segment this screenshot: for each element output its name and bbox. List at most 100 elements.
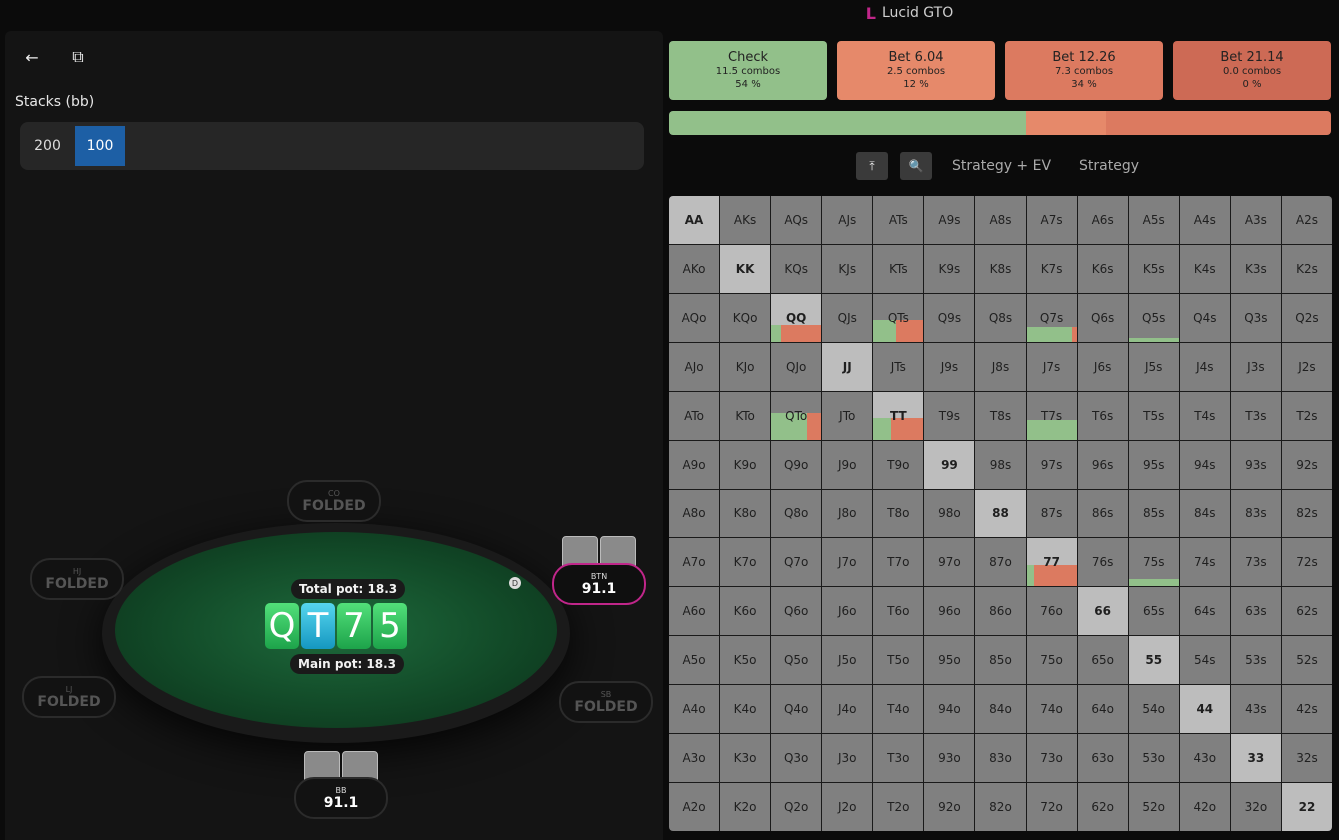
hand-cell-88[interactable]: 88 [975,489,1026,538]
hand-cell-T5o[interactable]: T5o [873,636,924,685]
hand-cell-92s[interactable]: 92s [1281,440,1332,489]
hand-cell-QTo[interactable]: QTo [771,391,822,440]
hand-cell-83o[interactable]: 83o [975,734,1026,783]
hand-cell-A6o[interactable]: A6o [669,587,720,636]
hand-cell-QTs[interactable]: QTs [873,293,924,342]
hand-cell-72s[interactable]: 72s [1281,538,1332,587]
hand-cell-T8s[interactable]: T8s [975,391,1026,440]
hand-cell-J4s[interactable]: J4s [1179,342,1230,391]
seat-hj[interactable]: HJ FOLDED [30,558,124,600]
hand-cell-43o[interactable]: 43o [1179,734,1230,783]
hand-cell-K3s[interactable]: K3s [1230,244,1281,293]
seat-co[interactable]: CO FOLDED [287,480,381,522]
hand-cell-K6s[interactable]: K6s [1077,244,1128,293]
hand-cell-53o[interactable]: 53o [1128,734,1179,783]
hand-cell-J7o[interactable]: J7o [822,538,873,587]
stack-option-100[interactable]: 100 [75,126,125,166]
top-icon[interactable]: ⤒ [856,152,888,180]
hand-cell-AJs[interactable]: AJs [822,196,873,244]
hand-cell-A4s[interactable]: A4s [1179,196,1230,244]
hand-cell-63o[interactable]: 63o [1077,734,1128,783]
hand-cell-65s[interactable]: 65s [1128,587,1179,636]
hand-cell-82s[interactable]: 82s [1281,489,1332,538]
hand-cell-76s[interactable]: 76s [1077,538,1128,587]
share-icon[interactable]: ⧉ [66,45,90,69]
hand-cell-Q5o[interactable]: Q5o [771,636,822,685]
hand-cell-64s[interactable]: 64s [1179,587,1230,636]
hand-cell-Q4s[interactable]: Q4s [1179,293,1230,342]
hand-cell-Q3o[interactable]: Q3o [771,734,822,783]
hand-cell-94s[interactable]: 94s [1179,440,1230,489]
seat-lj[interactable]: LJ FOLDED [22,676,116,718]
hand-cell-Q2s[interactable]: Q2s [1281,293,1332,342]
hand-cell-74s[interactable]: 74s [1179,538,1230,587]
hand-cell-A8o[interactable]: A8o [669,489,720,538]
hand-cell-85s[interactable]: 85s [1128,489,1179,538]
hand-cell-T6o[interactable]: T6o [873,587,924,636]
hand-cell-Q9o[interactable]: Q9o [771,440,822,489]
hand-cell-A3o[interactable]: A3o [669,734,720,783]
hand-cell-J2s[interactable]: J2s [1281,342,1332,391]
hand-cell-T3s[interactable]: T3s [1230,391,1281,440]
hand-cell-AKs[interactable]: AKs [720,196,771,244]
hand-cell-A4o[interactable]: A4o [669,685,720,734]
hand-cell-T3o[interactable]: T3o [873,734,924,783]
hand-cell-A7s[interactable]: A7s [1026,196,1077,244]
hand-cell-ATo[interactable]: ATo [669,391,720,440]
hand-cell-TT[interactable]: TT [873,391,924,440]
hand-cell-42o[interactable]: 42o [1179,783,1230,831]
zoom-icon[interactable]: 🔍 [900,152,932,180]
hand-cell-JTs[interactable]: JTs [873,342,924,391]
hand-cell-J5s[interactable]: J5s [1128,342,1179,391]
hand-cell-A8s[interactable]: A8s [975,196,1026,244]
hand-cell-Q6s[interactable]: Q6s [1077,293,1128,342]
hand-cell-96s[interactable]: 96s [1077,440,1128,489]
hand-cell-AQo[interactable]: AQo [669,293,720,342]
hand-cell-98o[interactable]: 98o [924,489,975,538]
hand-cell-84o[interactable]: 84o [975,685,1026,734]
hand-cell-AJo[interactable]: AJo [669,342,720,391]
hand-cell-J8s[interactable]: J8s [975,342,1026,391]
action-bet-large[interactable]: Bet 21.14 0.0 combos 0 % [1173,41,1331,100]
seat-bb[interactable]: BB 91.1 [294,777,388,819]
action-check[interactable]: Check 11.5 combos 54 % [669,41,827,100]
hand-cell-92o[interactable]: 92o [924,783,975,831]
hand-cell-75o[interactable]: 75o [1026,636,1077,685]
hand-cell-KTs[interactable]: KTs [873,244,924,293]
hand-cell-72o[interactable]: 72o [1026,783,1077,831]
hand-cell-86s[interactable]: 86s [1077,489,1128,538]
hand-cell-AA[interactable]: AA [669,196,720,244]
hand-cell-84s[interactable]: 84s [1179,489,1230,538]
hand-cell-52o[interactable]: 52o [1128,783,1179,831]
hand-cell-KK[interactable]: KK [720,244,771,293]
hand-cell-64o[interactable]: 64o [1077,685,1128,734]
hand-cell-75s[interactable]: 75s [1128,538,1179,587]
hand-cell-Q8o[interactable]: Q8o [771,489,822,538]
hand-cell-Q5s[interactable]: Q5s [1128,293,1179,342]
hand-cell-K7o[interactable]: K7o [720,538,771,587]
hand-cell-AQs[interactable]: AQs [771,196,822,244]
hand-cell-Q4o[interactable]: Q4o [771,685,822,734]
hand-cell-J8o[interactable]: J8o [822,489,873,538]
hand-cell-T2s[interactable]: T2s [1281,391,1332,440]
hand-cell-93o[interactable]: 93o [924,734,975,783]
hand-cell-K5s[interactable]: K5s [1128,244,1179,293]
hand-cell-QQ[interactable]: QQ [771,293,822,342]
hand-cell-77[interactable]: 77 [1026,538,1077,587]
hand-cell-J2o[interactable]: J2o [822,783,873,831]
hand-cell-Q7s[interactable]: Q7s [1026,293,1077,342]
hand-cell-J6o[interactable]: J6o [822,587,873,636]
hand-cell-93s[interactable]: 93s [1230,440,1281,489]
hand-cell-54o[interactable]: 54o [1128,685,1179,734]
hand-cell-76o[interactable]: 76o [1026,587,1077,636]
hand-cell-QJs[interactable]: QJs [822,293,873,342]
hand-cell-83s[interactable]: 83s [1230,489,1281,538]
hand-cell-JJ[interactable]: JJ [822,342,873,391]
hand-cell-J3o[interactable]: J3o [822,734,873,783]
hand-cell-KJo[interactable]: KJo [720,342,771,391]
hand-cell-K2s[interactable]: K2s [1281,244,1332,293]
hand-cell-K9o[interactable]: K9o [720,440,771,489]
hand-cell-53s[interactable]: 53s [1230,636,1281,685]
action-bet-small[interactable]: Bet 6.04 2.5 combos 12 % [837,41,995,100]
hand-cell-52s[interactable]: 52s [1281,636,1332,685]
